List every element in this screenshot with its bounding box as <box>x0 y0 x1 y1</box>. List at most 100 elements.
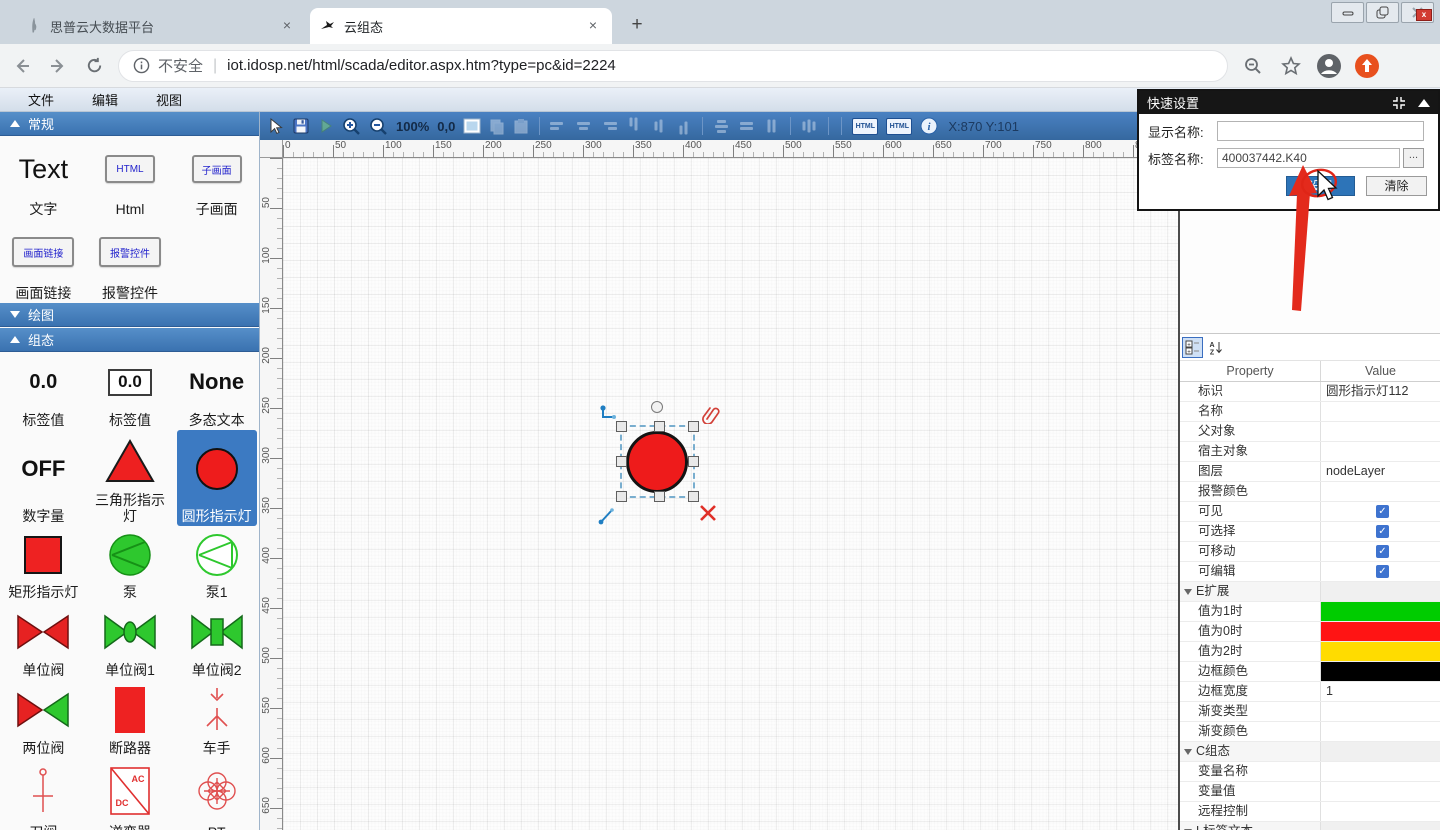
distribute-vertical-icon[interactable] <box>803 118 817 135</box>
same-width-icon[interactable] <box>738 119 755 133</box>
checkbox-checked-icon[interactable] <box>1376 545 1389 558</box>
run-icon[interactable] <box>318 118 334 134</box>
delete-x-icon[interactable] <box>698 503 718 523</box>
browser-update-button[interactable] <box>1354 53 1380 79</box>
property-group-row[interactable]: L标签文本 <box>1180 822 1440 830</box>
palette-item-triangle-indicator[interactable]: 三角形指示灯 <box>90 430 170 526</box>
zoom-out-icon[interactable] <box>369 117 388 136</box>
property-row[interactable]: 值为1时 <box>1180 602 1440 622</box>
dock-icon[interactable] <box>1392 96 1406 110</box>
section-header-zutai[interactable]: 组态 <box>0 328 260 352</box>
paste-icon[interactable] <box>513 118 529 135</box>
new-tab-button[interactable]: + <box>624 12 650 38</box>
tab-siup-cloud[interactable]: 思普云大数据平台 × <box>16 8 306 44</box>
copy-icon[interactable] <box>489 118 505 135</box>
palette-item-text[interactable]: Text文字 <box>3 137 83 219</box>
categorized-view-button[interactable]: ++ <box>1182 337 1203 358</box>
property-row[interactable]: 变量值 <box>1180 782 1440 802</box>
checkbox-checked-icon[interactable] <box>1376 505 1389 518</box>
property-row[interactable]: 父对象 <box>1180 422 1440 442</box>
property-row[interactable]: 名称 <box>1180 402 1440 422</box>
save-icon[interactable] <box>292 117 310 135</box>
color-swatch[interactable] <box>1321 622 1440 641</box>
property-row[interactable]: 远程控制 <box>1180 802 1440 822</box>
property-row[interactable]: 渐变类型 <box>1180 702 1440 722</box>
checkbox-checked-icon[interactable] <box>1376 525 1389 538</box>
connector-tool-icon[interactable] <box>598 403 618 423</box>
info-icon[interactable]: i <box>920 117 938 135</box>
align-middle-icon[interactable] <box>652 118 666 135</box>
browse-tag-button[interactable]: ... <box>1403 148 1424 168</box>
canvas-settings-icon[interactable] <box>463 118 481 134</box>
palette-item-tag-value[interactable]: 0.0标签值 <box>3 352 83 430</box>
collapse-dialog-icon[interactable] <box>1418 99 1430 107</box>
palette-item-rect-indicator[interactable]: 矩形指示灯 <box>3 526 83 602</box>
align-center-icon[interactable] <box>575 119 592 133</box>
palette-item-cheshou[interactable]: 车手 <box>177 680 257 758</box>
export-html-icon[interactable]: HTML <box>852 118 878 135</box>
resize-handle-e[interactable] <box>688 456 699 467</box>
set-button[interactable]: 设置 <box>1286 176 1355 196</box>
property-row[interactable]: 可编辑 <box>1180 562 1440 582</box>
property-row[interactable]: 宿主对象 <box>1180 442 1440 462</box>
tab-close-icon[interactable]: × <box>278 17 296 35</box>
close-button[interactable]: x <box>1401 2 1434 23</box>
checkbox-checked-icon[interactable] <box>1376 565 1389 578</box>
zoom-indicator-icon[interactable] <box>1240 53 1266 79</box>
palette-item-html[interactable]: HTMLHtml <box>90 137 170 219</box>
palette-item-alarm-control[interactable]: 报警控件报警控件 <box>90 219 170 303</box>
design-canvas[interactable] <box>283 158 1178 830</box>
group-collapse-icon[interactable] <box>1184 589 1192 595</box>
property-row[interactable]: 可移动 <box>1180 542 1440 562</box>
section-header-drawing[interactable]: 绘图 <box>0 303 260 327</box>
palette-item-pump1[interactable]: 泵1 <box>177 526 257 602</box>
palette-item-pt[interactable]: PT <box>177 758 257 830</box>
color-swatch[interactable] <box>1321 642 1440 661</box>
align-right-icon[interactable] <box>600 119 617 133</box>
property-row[interactable]: 图层nodeLayer <box>1180 462 1440 482</box>
pointer-tool-icon[interactable] <box>266 117 284 135</box>
palette-item-breaker[interactable]: 断路器 <box>90 680 170 758</box>
palette-item-two-way-valve[interactable]: 两位阀 <box>3 680 83 758</box>
align-bottom-icon[interactable] <box>677 118 691 135</box>
palette-item-pump[interactable]: 泵 <box>90 526 170 602</box>
property-row[interactable]: 可见 <box>1180 502 1440 522</box>
align-left-icon[interactable] <box>550 119 567 133</box>
profile-avatar[interactable] <box>1316 53 1342 79</box>
color-swatch[interactable] <box>1321 662 1440 681</box>
palette-item-multistate-text[interactable]: None多态文本 <box>177 352 257 430</box>
property-group-row[interactable]: E扩展 <box>1180 582 1440 602</box>
property-row[interactable]: 标识圆形指示灯112 <box>1180 382 1440 402</box>
palette-item-tag-value-boxed[interactable]: 0.0标签值 <box>90 352 170 430</box>
resize-handle-w[interactable] <box>616 456 627 467</box>
attach-paperclip-icon[interactable] <box>701 404 721 424</box>
minimize-button[interactable] <box>1331 2 1364 23</box>
info-circle-icon[interactable] <box>133 57 150 74</box>
rotate-handle[interactable] <box>651 401 663 413</box>
resize-handle-sw[interactable] <box>616 491 627 502</box>
zoom-in-icon[interactable] <box>342 117 361 136</box>
resize-handle-ne[interactable] <box>688 421 699 432</box>
resize-handle-s[interactable] <box>654 491 665 502</box>
url-omnibox[interactable]: 不安全 | iot.idosp.net/html/scada/editor.as… <box>118 50 1228 82</box>
group-collapse-icon[interactable] <box>1184 749 1192 755</box>
palette-item-circle-indicator[interactable]: 圆形指示灯 <box>177 430 257 526</box>
distribute-horizontal-icon[interactable] <box>713 119 730 133</box>
tag-name-input[interactable] <box>1217 148 1400 168</box>
property-row[interactable]: 边框颜色 <box>1180 662 1440 682</box>
property-row[interactable]: 值为2时 <box>1180 642 1440 662</box>
palette-item-unit-valve2[interactable]: 单位阀2 <box>177 602 257 680</box>
section-header-general[interactable]: 常规 <box>0 112 260 136</box>
property-row[interactable]: 报警颜色 <box>1180 482 1440 502</box>
display-name-input[interactable] <box>1217 121 1424 141</box>
palette-item-inverter[interactable]: ACDC逆变器 <box>90 758 170 830</box>
forward-button[interactable] <box>44 52 72 80</box>
menu-edit[interactable]: 编辑 <box>82 90 128 109</box>
bookmark-star-icon[interactable] <box>1278 53 1304 79</box>
palette-item-knife-valve[interactable]: 刀阀 <box>3 758 83 830</box>
reload-button[interactable] <box>80 52 108 80</box>
palette-item-subscreen[interactable]: 子画面子画面 <box>177 137 257 219</box>
tab-cloud-scada[interactable]: 云组态 × <box>310 8 612 44</box>
palette-item-unit-valve1[interactable]: 单位阀1 <box>90 602 170 680</box>
property-row[interactable]: 值为0时 <box>1180 622 1440 642</box>
